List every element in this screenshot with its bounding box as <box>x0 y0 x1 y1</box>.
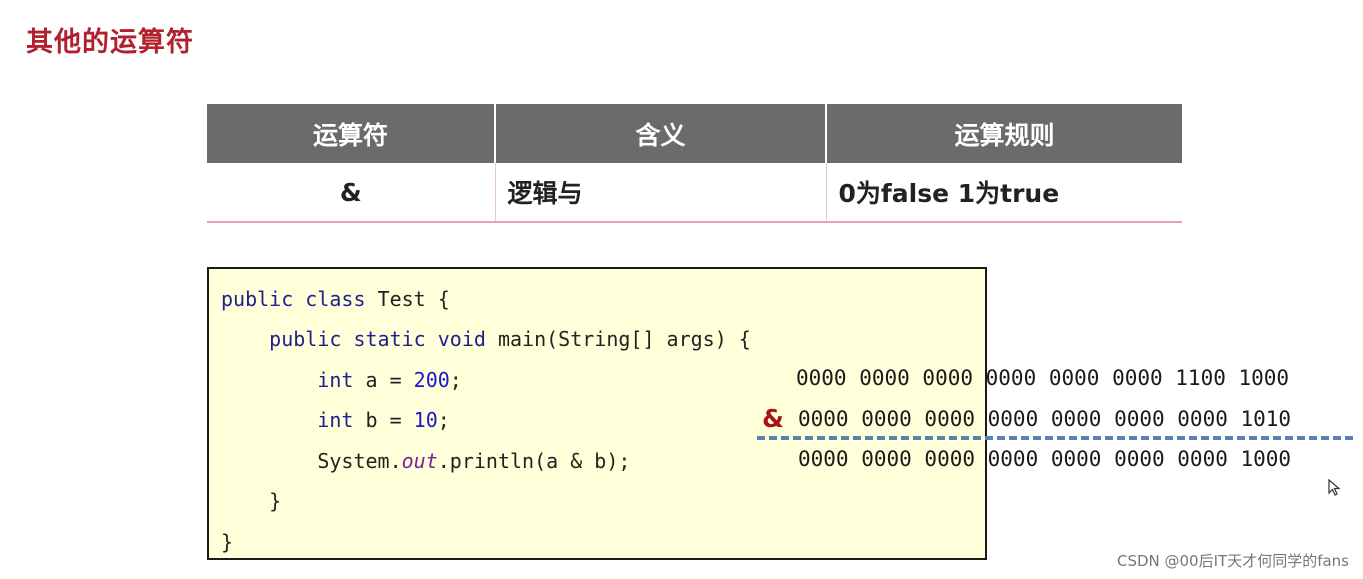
code-line-5: System.out.println(a & b); <box>221 449 631 473</box>
binary-result: 0000 0000 0000 0000 0000 0000 0000 1000 <box>798 447 1292 471</box>
code-line-2: public static void main(String[] args) { <box>269 327 751 351</box>
code-line-6: } <box>221 489 282 513</box>
cell-rule: 0为false 1为true <box>826 163 1182 223</box>
code-line-7: } <box>221 530 234 554</box>
code-line-1: public class Test { <box>221 287 450 311</box>
code-line-3: int a = 200; <box>317 368 462 392</box>
operator-table: 运算符 含义 运算规则 & 逻辑与 0为false 1为true <box>207 104 1182 223</box>
cell-operator: & <box>207 163 496 223</box>
watermark: CSDN @00后IT天才何同学的fans <box>1116 552 1349 570</box>
table-row: & 逻辑与 0为false 1为true <box>207 163 1182 223</box>
header-operator: 运算符 <box>207 104 496 163</box>
header-rule: 运算规则 <box>826 104 1182 163</box>
binary-b: 0000 0000 0000 0000 0000 0000 0000 1010 <box>798 407 1292 431</box>
result-divider <box>757 436 1353 440</box>
binary-operator: & <box>762 404 784 433</box>
table-header-row: 运算符 含义 运算规则 <box>207 104 1182 163</box>
cell-meaning: 逻辑与 <box>495 163 827 223</box>
header-meaning: 含义 <box>495 104 827 163</box>
page-title: 其他的运算符 <box>26 27 194 58</box>
mouse-cursor-icon <box>1328 479 1341 496</box>
binary-a: 0000 0000 0000 0000 0000 0000 1100 1000 <box>796 366 1290 390</box>
code-line-4: int b = 10; <box>317 408 450 432</box>
